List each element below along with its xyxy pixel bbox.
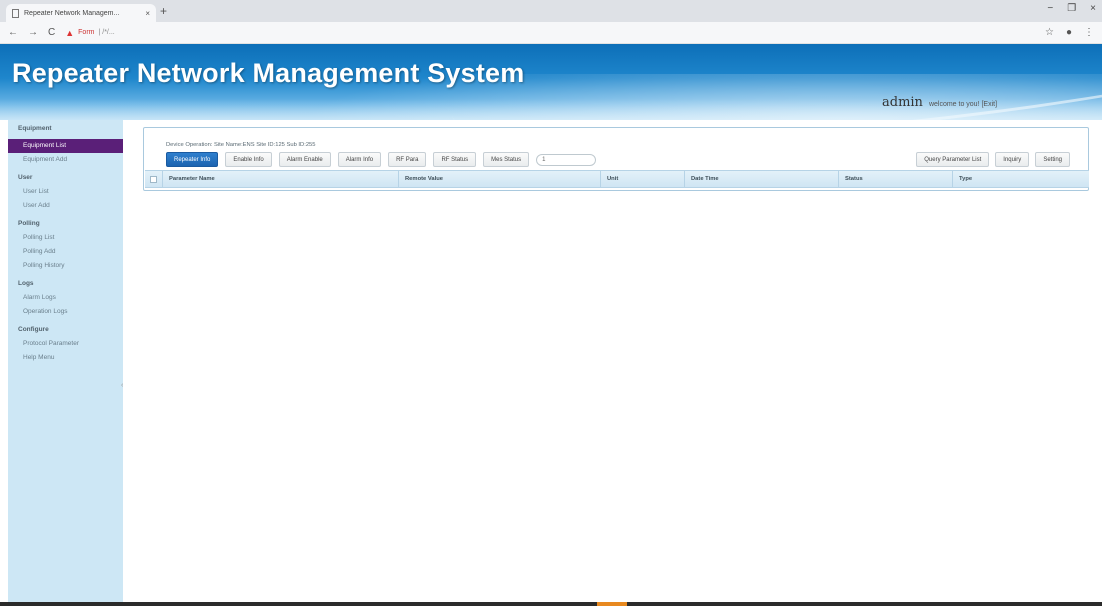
sidebar-item-polling-history[interactable]: Polling History [8, 259, 123, 273]
column-header-unit[interactable]: Unit [601, 171, 685, 187]
maximize-icon[interactable]: ❐ [1067, 3, 1076, 14]
user-box: admin welcome to you! [Exit] [882, 95, 997, 110]
new-tab-button[interactable]: + [160, 4, 167, 18]
browser-tab[interactable]: Repeater Network Managem... × [6, 4, 156, 22]
sidebar-item-operation-logs[interactable]: Operation Logs [8, 305, 123, 319]
sidebar-item-polling-list[interactable]: Polling List [8, 231, 123, 245]
checkbox-icon[interactable] [150, 175, 157, 183]
app-title: Repeater Network Management System [12, 58, 525, 88]
sidebar-collapse-handle[interactable]: ‹ [121, 382, 125, 394]
parameter-table-header: Parameter Name Remote Value Unit Date Time S… [145, 170, 1089, 188]
tab-rf-para[interactable]: RF Para [388, 152, 427, 167]
tab-repeater-info[interactable]: Repeater Info [166, 152, 219, 167]
security-label: Form [78, 29, 95, 36]
column-header-status[interactable]: Status [839, 171, 953, 187]
sidebar: Equipment Equipment List Equipment Add User… [8, 120, 123, 606]
reload-icon[interactable]: C [48, 27, 55, 38]
column-header-date-time[interactable]: Date Time [685, 171, 839, 187]
taskbar-active-app[interactable] [597, 602, 627, 606]
column-header-type[interactable]: Type [953, 171, 1043, 187]
window-controls: − ❐ × [1047, 3, 1096, 14]
warning-icon: ▲ [65, 27, 75, 38]
sidebar-item-polling-add[interactable]: Polling Add [8, 245, 123, 259]
column-header-remote-value[interactable]: Remote Value [399, 171, 601, 187]
window-close-icon[interactable]: × [1090, 3, 1096, 14]
device-operation-panel: Device Operation: Site Name:ENS Site ID:… [143, 127, 1089, 191]
inquiry-button[interactable]: Inquiry [995, 152, 1030, 167]
tab-title: Repeater Network Managem... [24, 9, 120, 17]
account-icon[interactable]: ● [1066, 27, 1072, 38]
action-buttons: Query Parameter List Inquiry Setting [916, 152, 1070, 167]
tab-alarm-enable[interactable]: Alarm Enable [278, 152, 331, 167]
select-all-checkbox-cell[interactable] [145, 171, 163, 187]
sidebar-item-equipment[interactable]: Equipment [8, 122, 123, 136]
url-text: | /*/... [98, 29, 115, 36]
back-icon[interactable]: ← [8, 27, 18, 38]
mes-status-input[interactable]: 1 [536, 153, 597, 166]
taskbar [0, 602, 1102, 606]
tab-alarm-info[interactable]: Alarm Info [337, 152, 382, 167]
device-info-text: Device Operation: Site Name:ENS Site ID:… [166, 142, 316, 148]
address-bar[interactable]: ▲ Form | /*/... [65, 25, 315, 41]
query-parameter-list-button[interactable]: Query Parameter List [916, 152, 990, 167]
welcome-exit-link[interactable]: welcome to you! [Exit] [929, 101, 997, 108]
sidebar-item-user-list[interactable]: User List [8, 185, 123, 199]
browser-toolbar: ← → C ▲ Form | /*/... ☆ ● ⋮ [0, 22, 1102, 44]
browser-menu-icon[interactable]: ⋮ [1084, 27, 1094, 38]
sidebar-item-help-menu[interactable]: Help Menu [8, 351, 123, 365]
sidebar-item-protocol-parameter[interactable]: Protocol Parameter [8, 337, 123, 351]
minimize-icon[interactable]: − [1047, 3, 1053, 14]
sidebar-item-configure[interactable]: Configure [8, 323, 123, 337]
sidebar-item-user-add[interactable]: User Add [8, 199, 123, 213]
mes-status-label: Mes Status [483, 152, 530, 167]
sidebar-item-user[interactable]: User [8, 171, 123, 185]
username: admin [882, 95, 923, 110]
browser-tabbar: Repeater Network Managem... × + − ❐ × [0, 0, 1102, 22]
setting-button[interactable]: Setting [1035, 152, 1070, 167]
sidebar-item-alarm-logs[interactable]: Alarm Logs [8, 291, 123, 305]
forward-icon[interactable]: → [28, 27, 38, 38]
tab-close-icon[interactable]: × [145, 9, 150, 18]
sidebar-item-polling[interactable]: Polling [8, 217, 123, 231]
sidebar-item-logs[interactable]: Logs [8, 277, 123, 291]
tab-enable-info[interactable]: Enable Info [225, 152, 272, 167]
header-banner: Repeater Network Management System admin… [0, 44, 1102, 120]
bookmark-star-icon[interactable]: ☆ [1045, 27, 1054, 38]
sidebar-item-equipment-list[interactable]: Equipment List [8, 139, 123, 153]
page-icon [12, 8, 19, 18]
operation-tabs: Repeater Info Enable Info Alarm Enable Alar… [166, 152, 597, 167]
column-header-parameter-name[interactable]: Parameter Name [163, 171, 399, 187]
tab-rf-status[interactable]: RF Status [433, 152, 477, 167]
sidebar-item-equipment-add[interactable]: Equipment Add [8, 153, 123, 167]
